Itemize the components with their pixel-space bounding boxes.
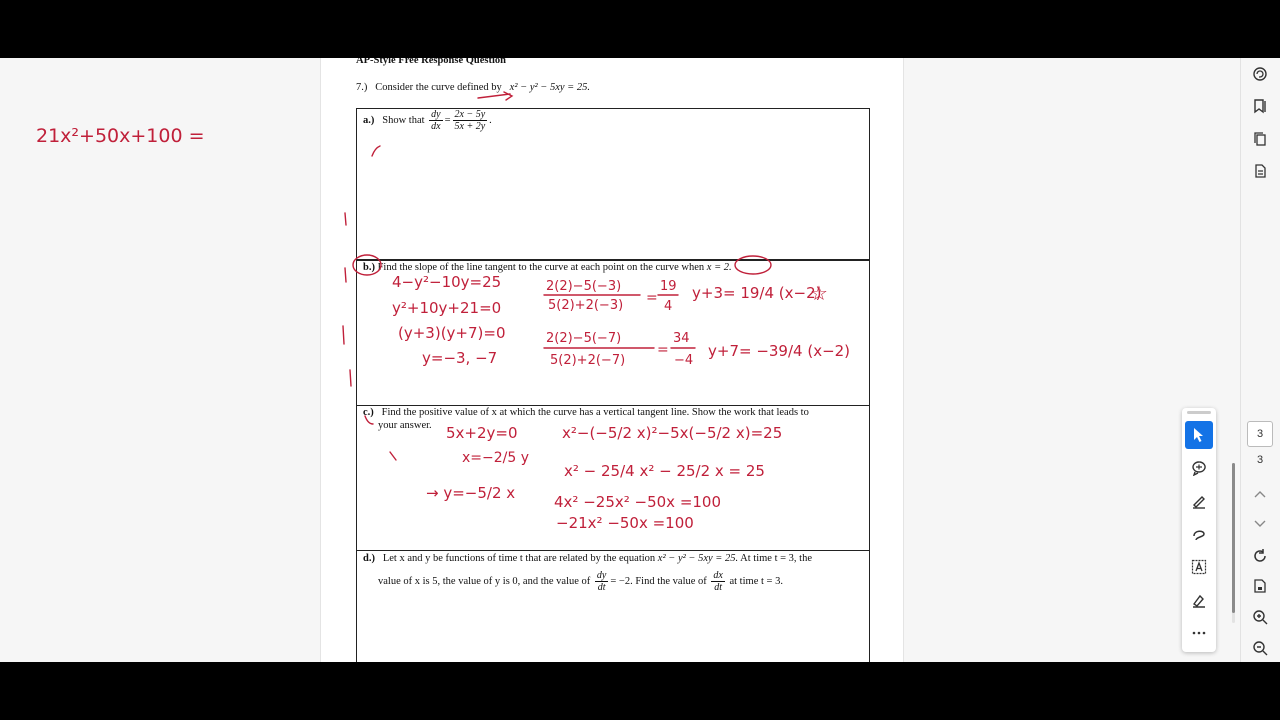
zoom-out-icon[interactable] <box>1249 637 1271 659</box>
annotation-toolbar <box>1182 408 1216 652</box>
part-d-label: d.) <box>363 553 375 564</box>
margin-handwritten-note: 21x²+50x+100 = <box>36 125 205 147</box>
text-box-icon[interactable] <box>1185 553 1213 581</box>
letterbox-top <box>0 0 1280 58</box>
question-intro: Consider the curve defined by <box>375 82 502 93</box>
highlight-pen-icon[interactable] <box>1185 487 1213 515</box>
document-page[interactable]: AP-Style Free Response Question 7.) Cons… <box>320 58 904 662</box>
add-comment-icon[interactable] <box>1185 454 1213 482</box>
part-b-prompt: b.) Find the slope of the line tangent t… <box>363 262 732 273</box>
part-c-box <box>356 405 870 551</box>
question-intro-line: 7.) Consider the curve defined by x² − y… <box>356 82 590 93</box>
select-cursor-icon[interactable] <box>1185 421 1213 449</box>
part-c-text-1: Find the positive value of x at which th… <box>381 407 809 418</box>
refresh-icon[interactable] <box>1249 545 1271 567</box>
zoom-in-icon[interactable] <box>1249 606 1271 628</box>
question-number: 7.) <box>356 82 368 93</box>
scroll-up-icon[interactable] <box>1249 483 1271 505</box>
part-b-label: b.) <box>363 262 375 273</box>
dy-dx-fraction: dy dx <box>429 109 443 132</box>
bookmark-icon[interactable] <box>1249 95 1271 117</box>
part-c-label: c.) <box>363 407 374 418</box>
part-a-label: a.) <box>363 114 375 126</box>
part-c-prompt-line2: your answer. <box>378 420 432 431</box>
vertical-scrollbar-thumb[interactable] <box>1232 463 1235 613</box>
copy-pages-icon[interactable] <box>1249 128 1271 150</box>
part-b-text: Find the slope of the line tangent to th… <box>377 262 705 273</box>
part-b-box <box>356 260 870 406</box>
draw-freehand-icon[interactable] <box>1185 520 1213 548</box>
scroll-down-icon[interactable] <box>1249 513 1271 535</box>
part-d-prompt-line1: d.) Let x and y be functions of time t t… <box>363 553 813 564</box>
page-info-icon[interactable] <box>1249 160 1271 182</box>
sign-icon[interactable] <box>1185 586 1213 614</box>
total-pages: 3 <box>1256 454 1264 466</box>
pdf-viewer[interactable]: AP-Style Free Response Question 7.) Cons… <box>0 58 1280 662</box>
current-page-input[interactable]: 3 <box>1247 421 1273 447</box>
save-page-icon[interactable] <box>1249 575 1271 597</box>
part-a-text: Show that <box>382 114 425 126</box>
dx-dt-fraction: dx dt <box>711 570 725 593</box>
letterbox-bottom <box>0 662 1280 720</box>
derivative-expression: 2x − 5y 5x + 2y <box>452 109 488 132</box>
toolbar-grip[interactable] <box>1187 411 1211 414</box>
part-b-condition: x = 2. <box>706 262 732 273</box>
part-c-prompt-line1: c.) Find the positive value of x at whic… <box>363 407 809 418</box>
part-a-prompt: a.) Show that dy dx = 2x − 5y 5x + 2y . <box>363 109 492 132</box>
more-icon[interactable] <box>1185 619 1213 647</box>
curve-equation: x² − y² − 5xy = 25. <box>509 82 590 93</box>
dy-dt-fraction: dy dt <box>594 570 609 593</box>
page-heading: AP-Style Free Response Question <box>356 58 506 66</box>
part-d-prompt-line2: value of x is 5, the value of y is 0, an… <box>378 570 783 593</box>
ai-assistant-icon[interactable] <box>1249 63 1271 85</box>
part-d-box <box>356 550 870 662</box>
